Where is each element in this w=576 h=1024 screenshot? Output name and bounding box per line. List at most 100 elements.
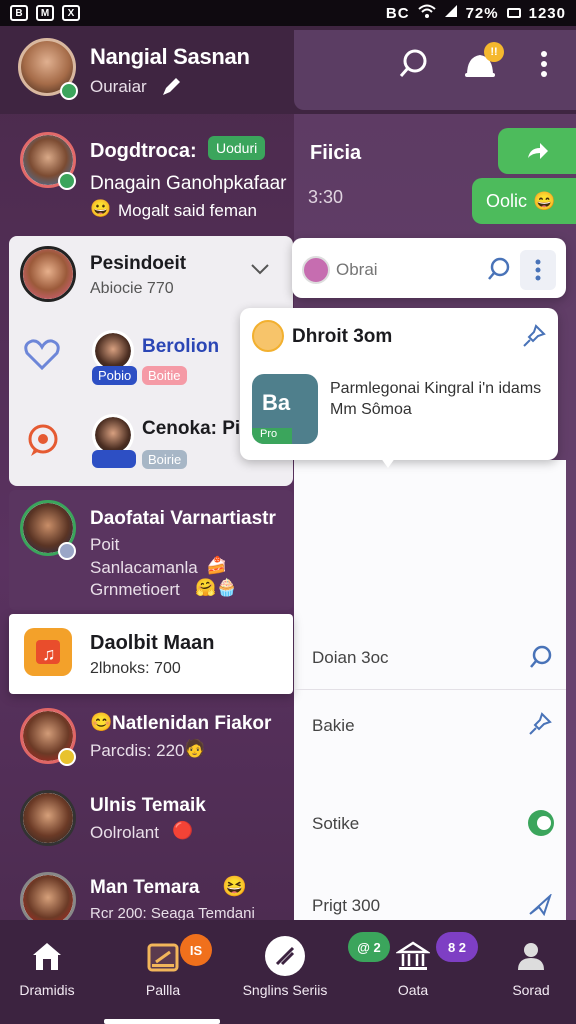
ok-button-label: Oolic: [486, 190, 528, 211]
status-text: BC: [385, 4, 410, 22]
popup-text: Parmlegonai Kingral i'n idams: [330, 380, 542, 397]
send-icon[interactable]: [528, 892, 553, 921]
chat-line: Grnmetioert: [90, 580, 180, 599]
chat-time: 2lbnoks: 700: [90, 660, 181, 677]
detail-row-label[interactable]: Prigt 300: [312, 896, 380, 916]
emoji-icon: 😊: [90, 712, 113, 732]
chat-line: Poit: [90, 535, 120, 554]
nav-item-profile[interactable]: Sorad: [476, 936, 576, 998]
search-icon[interactable]: [486, 256, 512, 287]
search-input[interactable]: [336, 256, 476, 284]
popup-pointer: [378, 454, 398, 468]
chat-avatar[interactable]: [20, 790, 76, 846]
chat-name: Dogdtroca:: [90, 140, 197, 162]
chat-tag: Pobio: [92, 366, 138, 385]
more-options-icon[interactable]: [520, 250, 556, 290]
search-icon[interactable]: [394, 44, 434, 84]
emoji-icon: 🤗🧁: [195, 578, 238, 597]
pin-icon[interactable]: [522, 324, 546, 353]
detail-row-label[interactable]: Sotike: [312, 814, 359, 834]
online-status-dot: [58, 748, 76, 766]
online-status-dot: [58, 542, 76, 560]
chat-preview-2: Mogalt said feman: [118, 201, 257, 220]
emoji-icon: 😆: [222, 876, 247, 898]
emoji-icon: 🧑: [184, 739, 206, 758]
mail-icon: M: [36, 5, 54, 21]
chevron-down-icon[interactable]: [250, 262, 270, 280]
chat-tag: Boirie: [142, 450, 188, 469]
chat-name: Daolbit Maan: [90, 632, 215, 654]
pin-icon[interactable]: [528, 712, 552, 741]
chat-tag: Uoduri: [208, 136, 266, 160]
chat-name: Man Temara: [90, 877, 200, 898]
chat-name: Daofatai Varnartiastr: [90, 508, 276, 529]
chat-time: Parcdis: 220: [90, 741, 185, 760]
popup-text-2-label: Mm Sômoa: [330, 401, 412, 418]
app-icon: X: [62, 5, 80, 21]
svg-text:♫: ♫: [42, 644, 56, 664]
nav-label: Snglins Seriis: [242, 982, 328, 998]
chat-name: Natlenidan Fiakor: [112, 713, 272, 734]
search-icon[interactable]: [528, 644, 554, 675]
nav-label: Dramidis: [19, 982, 75, 998]
chat-line: Oolrolant: [90, 823, 159, 842]
online-status-dot: [60, 82, 78, 100]
heart-icon[interactable]: [24, 338, 60, 375]
chat-tag: Boitie: [142, 366, 187, 385]
popup-thumbnail[interactable]: Ba Pro: [252, 374, 318, 444]
emoji-icon: 😀: [90, 199, 112, 218]
chat-avatar: [20, 246, 76, 302]
calendar-icon: [143, 936, 183, 976]
wifi-icon: [417, 4, 436, 22]
ok-button[interactable]: Oolic 😄: [472, 178, 576, 224]
panel-title: Fiicia: [310, 142, 362, 164]
compose-icon: [265, 936, 305, 976]
profile-status: Ouraiar: [90, 77, 147, 96]
battery-percent: 72%: [465, 4, 499, 22]
signal-icon: [444, 4, 458, 22]
active-tab-indicator: [104, 1019, 220, 1024]
edit-icon[interactable]: [160, 76, 182, 103]
notification-icon: B: [10, 5, 28, 21]
share-button[interactable]: [498, 128, 576, 174]
clock: 1230: [528, 4, 566, 22]
nav-item-home[interactable]: Dramidis: [0, 936, 102, 998]
chat-tag-label: Uoduri: [216, 140, 258, 156]
profile-name: Nangial Sasnan: [90, 44, 250, 69]
nav-label: Pallla: [145, 982, 181, 998]
person-icon: [511, 936, 551, 976]
battery-icon: [506, 8, 521, 18]
chat-name: Ulnis Temaik: [90, 795, 206, 816]
nav-label: Sorad: [512, 982, 550, 998]
online-status-dot: [58, 172, 76, 190]
detail-row-label: Doian 3oc: [312, 648, 389, 667]
chat-tag: [92, 450, 136, 468]
bank-icon: [393, 936, 433, 976]
chat-name: Berolion: [142, 336, 220, 357]
popup-text-2: Mm Sômoa: [330, 401, 412, 419]
speech-bubble-icon[interactable]: [26, 424, 60, 463]
status-bar: B M X BC 72% 1230: [0, 0, 576, 26]
detail-row-label[interactable]: Bakie: [312, 716, 355, 736]
emoji-icon: 🍰: [206, 556, 228, 575]
chat-time: Abiocie 770: [90, 280, 174, 297]
toggle-on-icon[interactable]: [528, 810, 554, 836]
detail-panel: [294, 460, 566, 920]
emoji-icon: 🔴: [172, 821, 194, 840]
thumbnail-label: Ba: [262, 390, 291, 415]
search-avatar: [302, 256, 330, 284]
thumbnail-tag: Pro: [252, 428, 292, 444]
chat-line: Sanlacamanla: [90, 558, 198, 577]
popup-avatar: [252, 320, 284, 352]
chat-name: Pesindoeit: [90, 253, 187, 274]
chat-name: Cenoka: Pir: [142, 418, 248, 439]
nav-badge: @ 2: [348, 932, 390, 962]
nav-item-compose[interactable]: Snglins Seriis: [230, 936, 340, 998]
more-options-icon[interactable]: [532, 44, 556, 84]
nav-badge: 8 2: [436, 932, 478, 962]
emoji-icon: 😄: [533, 190, 556, 211]
popup-title: Dhroit 3om: [292, 326, 393, 347]
panel-count: 3:30: [308, 187, 344, 207]
app-logo-icon: ♫: [24, 628, 72, 676]
home-icon: [27, 936, 67, 976]
